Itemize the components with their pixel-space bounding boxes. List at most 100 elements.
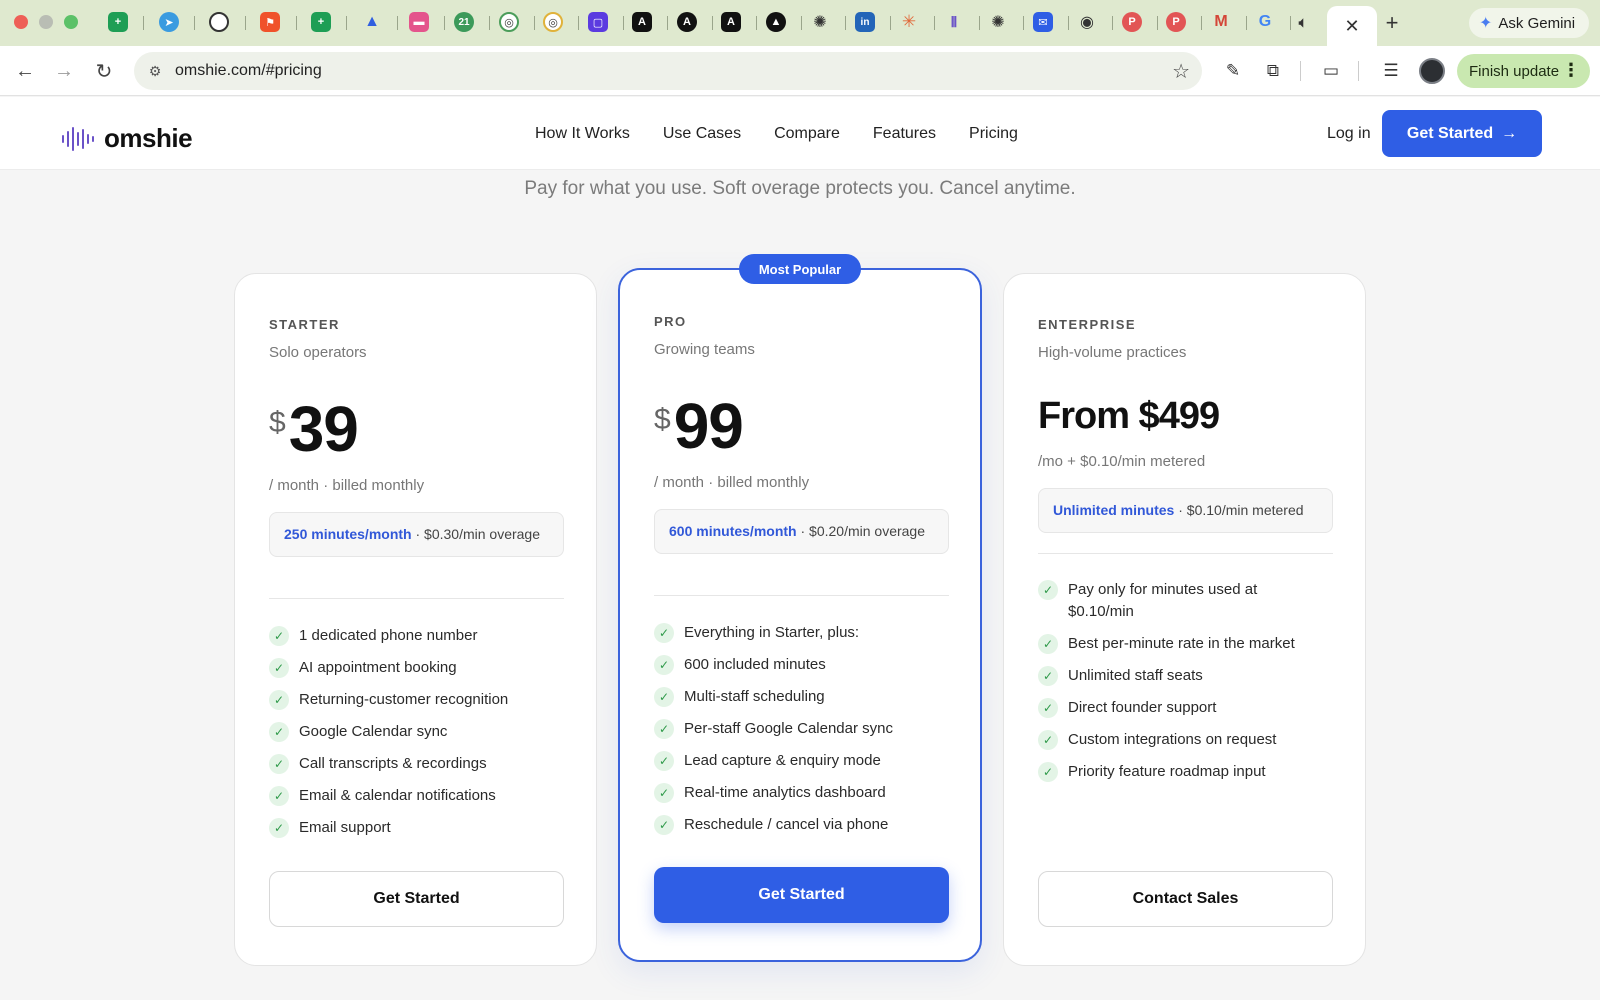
window-zoom-button[interactable] — [64, 15, 78, 29]
plan-period: /mo + $0.10/min metered — [1038, 453, 1206, 470]
active-tab[interactable]: ✕ — [1327, 6, 1377, 46]
feature-list: ✓ Everything in Starter, plus: ✓ 600 inclu… — [654, 622, 954, 846]
more-menu-icon[interactable]: ⋮ — [1562, 60, 1580, 81]
gemini-spark-icon: ✦ — [1479, 15, 1493, 32]
feature-text: Multi-staff scheduling — [684, 688, 825, 705]
chrome-tab-icon[interactable]: ◉ — [1077, 12, 1097, 32]
photos-tab-icon[interactable]: ◎ — [543, 12, 563, 32]
google-tab-icon[interactable]: G — [1255, 12, 1275, 32]
omshie-tab-icon[interactable]: ⦀ — [944, 12, 964, 32]
feature-text: Best per-minute rate in the market — [1068, 635, 1295, 652]
feature-item: ✓ Per-staff Google Calendar sync — [654, 718, 954, 740]
ask-gemini-button[interactable]: ✦ Ask Gemini — [1469, 8, 1590, 38]
mail-tab-icon[interactable]: ✉ — [1033, 12, 1053, 32]
tab-separator — [667, 16, 668, 30]
feature-text: Custom integrations on request — [1068, 731, 1277, 748]
openai-tab-icon[interactable]: ✺ — [810, 12, 830, 32]
contact-sales-button[interactable]: Contact Sales — [1038, 871, 1333, 927]
tab-separator — [1112, 16, 1113, 30]
feature-item: ✓ Reschedule / cancel via phone — [654, 814, 954, 836]
pink-app-tab-icon[interactable]: ▬ — [409, 12, 429, 32]
feature-text: Reschedule / cancel via phone — [684, 816, 889, 833]
price-amount: 39 — [288, 393, 359, 465]
calendar-tab-icon[interactable]: 21 — [454, 12, 474, 32]
address-bar[interactable]: ⚙ omshie.com/#pricing ☆ — [134, 52, 1202, 90]
tab-separator — [397, 16, 398, 30]
nav-link-use-cases[interactable]: Use Cases — [663, 125, 741, 143]
linkedin-tab-icon[interactable]: in — [855, 12, 875, 32]
site-settings-icon[interactable]: ⚙ — [144, 61, 166, 81]
forward-arrow-icon[interactable]: → — [49, 56, 79, 86]
checkmark-icon: ✓ — [269, 818, 289, 838]
p-app-tab-icon[interactable]: P — [1122, 12, 1142, 32]
feature-text: Everything in Starter, plus: — [684, 624, 860, 641]
anthropic-tab-icon[interactable]: A — [677, 12, 697, 32]
feature-list: ✓ 1 dedicated phone number ✓ AI appointmen… — [269, 625, 569, 849]
eyedropper-icon[interactable]: ✎ — [1220, 58, 1246, 84]
nav-link-how-it-works[interactable]: How It Works — [535, 125, 630, 143]
site-header: omshie How It Works Use Cases Compare Fe… — [0, 97, 1600, 170]
extensions-puzzle-icon[interactable]: ⧉ — [1260, 58, 1286, 84]
plan-period: / month · billed monthly — [269, 477, 425, 494]
checkmark-icon: ✓ — [1038, 634, 1058, 654]
url-text[interactable]: omshie.com/#pricing — [175, 62, 322, 80]
reload-icon[interactable]: ↻ — [89, 56, 119, 86]
claude-tab-icon[interactable]: ✳ — [899, 12, 919, 32]
finish-update-button[interactable]: Finish update ⋮ — [1457, 54, 1590, 88]
sheets-tab-icon[interactable]: + — [108, 12, 128, 32]
quota-minutes: 250 minutes/month — [284, 526, 412, 542]
screen-search-icon[interactable]: ▭ — [1318, 58, 1344, 84]
reading-list-icon[interactable]: ☰ — [1378, 58, 1404, 84]
profile-avatar[interactable] — [1419, 58, 1445, 84]
back-arrow-icon[interactable]: ← — [10, 56, 40, 86]
price-amount: 99 — [673, 390, 744, 462]
speaker-tab-icon[interactable]: 🔈︎ — [1293, 12, 1313, 32]
telegram-tab-icon[interactable]: ➤ — [159, 12, 179, 32]
anthropic-tab-icon[interactable]: A — [632, 12, 652, 32]
feature-item: ✓ Direct founder support — [1038, 697, 1338, 719]
new-tab-button[interactable]: + — [1377, 10, 1407, 36]
nav-link-compare[interactable]: Compare — [774, 125, 840, 143]
triangle-dark-tab-icon[interactable]: ▲ — [766, 12, 786, 32]
most-popular-badge: Most Popular — [739, 254, 861, 284]
checkmark-icon: ✓ — [269, 690, 289, 710]
photos-tab-icon[interactable]: ◎ — [499, 12, 519, 32]
pricing-card-pro: PRO Growing teams $ 99 / month · billed … — [618, 268, 982, 962]
close-tab-icon[interactable]: ✕ — [1344, 16, 1359, 37]
header-get-started-button[interactable]: Get Started → — [1382, 110, 1542, 157]
header-get-started-label: Get Started — [1406, 124, 1494, 142]
nav-link-features[interactable]: Features — [873, 125, 936, 143]
main-nav: How It Works Use Cases Compare Features … — [535, 125, 1018, 143]
checkmark-icon: ✓ — [654, 751, 674, 771]
feature-item: ✓ Email & calendar notifications — [269, 785, 569, 807]
feature-text: Email & calendar notifications — [299, 787, 496, 804]
gmail-tab-icon[interactable]: M — [1211, 12, 1231, 32]
browser-tab-bar: + ➤ ⚑ + ▲ ▬ 21 ◎ ◎ ▢ A A A ▲ ✺ in ✳ ⦀ ✺ … — [0, 0, 1600, 46]
tab-separator — [1246, 16, 1247, 30]
bookmark-star-icon[interactable]: ☆ — [1172, 59, 1190, 84]
nav-link-pricing[interactable]: Pricing — [969, 125, 1018, 143]
openai-tab-icon[interactable]: ✺ — [988, 12, 1008, 32]
window-close-button[interactable] — [14, 15, 28, 29]
p-app-tab-icon[interactable]: P — [1166, 12, 1186, 32]
tab-separator — [194, 16, 195, 30]
circle-tab-icon[interactable] — [209, 12, 229, 32]
tab-separator — [979, 16, 980, 30]
triangle-tab-icon[interactable]: ▲ — [362, 12, 382, 32]
quota-overage: · $0.10/min metered — [1174, 502, 1304, 518]
plan-tier: STARTER — [269, 317, 340, 332]
feature-text: AI appointment booking — [299, 659, 457, 676]
feature-text: Lead capture & enquiry mode — [684, 752, 881, 769]
pro-get-started-button[interactable]: Get Started — [654, 867, 949, 923]
window-minimize-button[interactable] — [39, 15, 53, 29]
chat-tab-icon[interactable]: ▢ — [588, 12, 608, 32]
flag-tab-icon[interactable]: ⚑ — [260, 12, 280, 32]
login-link[interactable]: Log in — [1327, 125, 1371, 143]
price-currency: $ — [269, 406, 286, 439]
sheets-tab-icon[interactable]: + — [311, 12, 331, 32]
toolbar-separator — [1300, 61, 1301, 81]
omshie-logo[interactable]: omshie — [62, 123, 193, 154]
starter-get-started-button[interactable]: Get Started — [269, 871, 564, 927]
feature-list: ✓ Pay only for minutes used at $0.10/min … — [1038, 579, 1338, 793]
anthropic-tab-icon[interactable]: A — [721, 12, 741, 32]
